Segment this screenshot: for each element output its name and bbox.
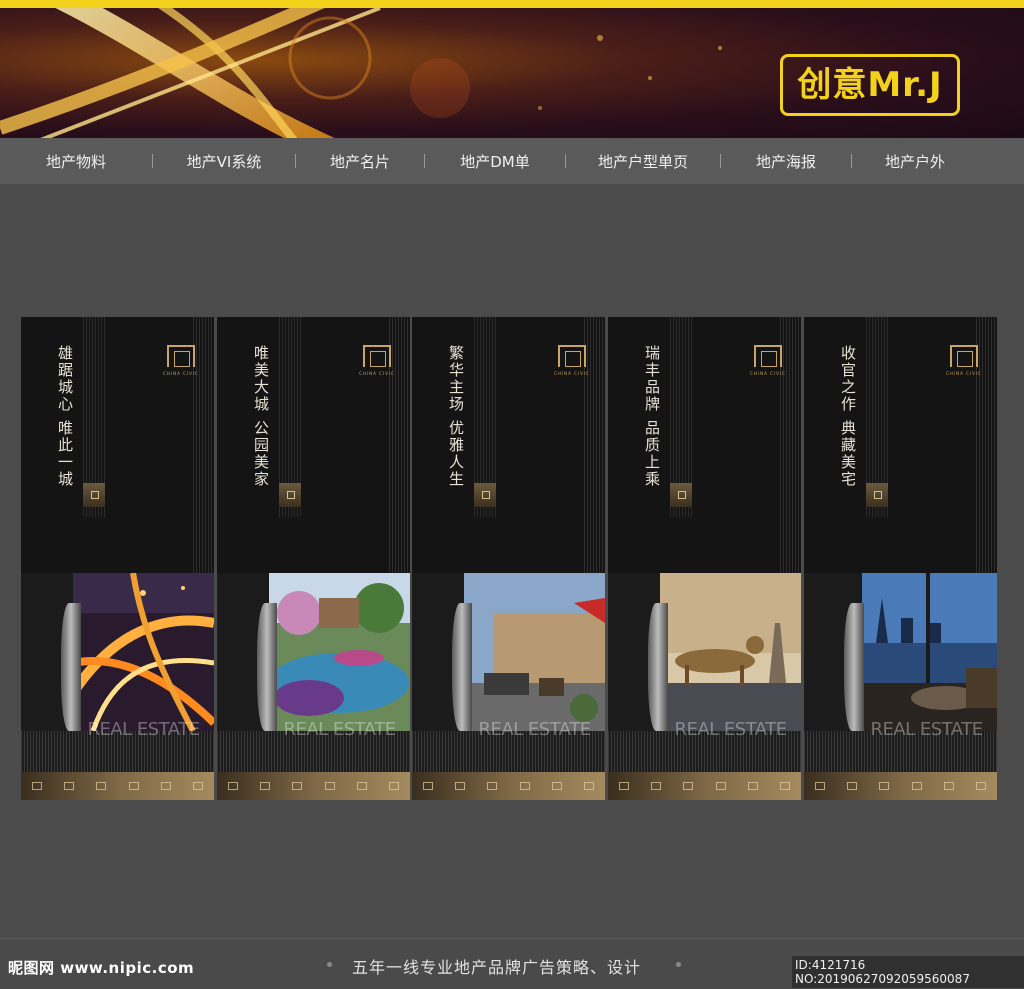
header-banner: 创意Mr.J	[0, 0, 1024, 138]
poster-photo-rooftop-terrace	[464, 573, 605, 731]
poster-footer-band	[412, 772, 605, 800]
footer-bar: 昵图网 www.nipic.com 五年一线专业地产品牌广告策略、设计 ID:4…	[0, 938, 1024, 989]
poster-title: 雄踞城心 唯此一城	[56, 345, 74, 488]
building-emblem-icon	[167, 345, 195, 367]
partner-logo-icon	[583, 782, 594, 790]
poster-curve-decoration	[61, 603, 81, 731]
poster-curve-decoration	[844, 603, 864, 731]
poster-real-estate-text: REAL ESTATE	[87, 719, 200, 740]
poster-title: 唯美大城 公园美家	[252, 345, 270, 488]
poster-footer-band	[608, 772, 801, 800]
partner-logo-icon	[423, 782, 434, 790]
nav-item-materials[interactable]: 地产物料	[0, 151, 152, 172]
brand-logo[interactable]: 创意Mr.J	[780, 54, 960, 116]
poster-title: 瑞丰品牌 品质上乘	[643, 345, 661, 488]
poster-footer-band	[804, 772, 997, 800]
partner-logo-icon	[128, 782, 139, 790]
poster-photo-leopard-paris	[660, 573, 801, 731]
poster-curve-decoration	[257, 603, 277, 731]
poster-card[interactable]: 唯美大城 公园美家 CHINA CIVIC REAL ESTATE	[217, 317, 410, 800]
partner-logo-icon	[975, 782, 986, 790]
poster-curve-decoration	[452, 603, 472, 731]
building-emblem-icon	[754, 345, 782, 367]
gold-seal-icon	[474, 483, 496, 507]
partner-logo-icon	[455, 782, 466, 790]
poster-curve-decoration	[648, 603, 668, 731]
poster-real-estate-text: REAL ESTATE	[870, 719, 983, 740]
poster-footer-band	[217, 772, 410, 800]
poster-stripe-decoration	[976, 317, 997, 573]
partner-logo-icon	[747, 782, 758, 790]
building-emblem-icon	[363, 345, 391, 367]
main-nav: 地产物料 地产VI系统 地产名片 地产DM单 地产户型单页 地产海报 地产户外	[0, 138, 1024, 184]
partner-logo-icon	[879, 782, 890, 790]
partner-logo-icon	[847, 782, 858, 790]
partner-logo-icon	[64, 782, 75, 790]
partner-logo-icon	[228, 782, 239, 790]
poster-brand: CHINA CIVIC	[554, 371, 590, 376]
nav-item-dm-flyers[interactable]: 地产DM单	[425, 151, 565, 172]
poster-title: 收官之作 典藏美宅	[839, 345, 857, 488]
nav-item-outdoor[interactable]: 地产户外	[852, 151, 978, 172]
building-emblem-icon	[558, 345, 586, 367]
poster-brand: CHINA CIVIC	[359, 371, 395, 376]
poster-photo-garden	[269, 573, 410, 731]
partner-logo-icon	[619, 782, 630, 790]
nav-item-business-cards[interactable]: 地产名片	[296, 151, 424, 172]
bullet-dot-icon	[327, 962, 332, 967]
footer-slogan: 五年一线专业地产品牌广告策略、设计	[352, 958, 642, 977]
partner-logo-icon	[388, 782, 399, 790]
partner-logo-icon	[324, 782, 335, 790]
building-emblem-icon	[950, 345, 978, 367]
bullet-dot-icon	[676, 962, 681, 967]
poster-brand: CHINA CIVIC	[163, 371, 199, 376]
nav-item-vi-system[interactable]: 地产VI系统	[153, 151, 295, 172]
poster-card[interactable]: 瑞丰品牌 品质上乘 CHINA CIVIC REAL ESTATE	[608, 317, 801, 800]
partner-logo-icon	[356, 782, 367, 790]
partner-logo-icon	[815, 782, 826, 790]
partner-logo-icon	[192, 782, 203, 790]
site-watermark[interactable]: 昵图网 www.nipic.com	[8, 957, 194, 978]
poster-title: 繁华主场 优雅人生	[447, 345, 465, 488]
partner-logo-icon	[911, 782, 922, 790]
poster-real-estate-text: REAL ESTATE	[283, 719, 396, 740]
partner-logo-icon	[487, 782, 498, 790]
poster-footer-band	[21, 772, 214, 800]
poster-brand: CHINA CIVIC	[946, 371, 982, 376]
nav-item-posters[interactable]: 地产海报	[721, 151, 851, 172]
poster-stripe-decoration	[389, 317, 410, 573]
partner-logo-icon	[779, 782, 790, 790]
partner-logo-icon	[943, 782, 954, 790]
partner-logo-icon	[715, 782, 726, 790]
partner-logo-icon	[160, 782, 171, 790]
poster-card[interactable]: 收官之作 典藏美宅 CHINA CIVIC REAL ESTATE	[804, 317, 997, 800]
partner-logo-icon	[651, 782, 662, 790]
partner-logo-icon	[32, 782, 43, 790]
nav-item-floor-plans[interactable]: 地产户型单页	[566, 151, 720, 172]
poster-card[interactable]: 雄踞城心 唯此一城 CHINA CIVIC REAL ESTATE	[21, 317, 214, 800]
gold-seal-icon	[83, 483, 105, 507]
poster-stripe-decoration	[193, 317, 214, 573]
poster-real-estate-text: REAL ESTATE	[674, 719, 787, 740]
partner-logo-icon	[260, 782, 271, 790]
partner-logo-icon	[551, 782, 562, 790]
partner-logo-icon	[292, 782, 303, 790]
gold-seal-icon	[279, 483, 301, 507]
image-id-tag: ID:4121716 NO:20190627092059560087	[792, 956, 1024, 988]
partner-logo-icon	[96, 782, 107, 790]
poster-photo-city-view-interior	[856, 573, 997, 731]
poster-stripe-decoration	[780, 317, 801, 573]
poster-stripe-decoration	[584, 317, 605, 573]
poster-photo-city-night	[73, 573, 214, 731]
partner-logo-icon	[519, 782, 530, 790]
poster-real-estate-text: REAL ESTATE	[478, 719, 591, 740]
page: 创意Mr.J 地产物料 地产VI系统 地产名片 地产DM单 地产户型单页 地产海…	[0, 0, 1024, 989]
gold-seal-icon	[670, 483, 692, 507]
poster-card[interactable]: 繁华主场 优雅人生 CHINA CIVIC REAL ESTATE	[412, 317, 605, 800]
gold-seal-icon	[866, 483, 888, 507]
poster-brand: CHINA CIVIC	[750, 371, 786, 376]
partner-logo-icon	[683, 782, 694, 790]
